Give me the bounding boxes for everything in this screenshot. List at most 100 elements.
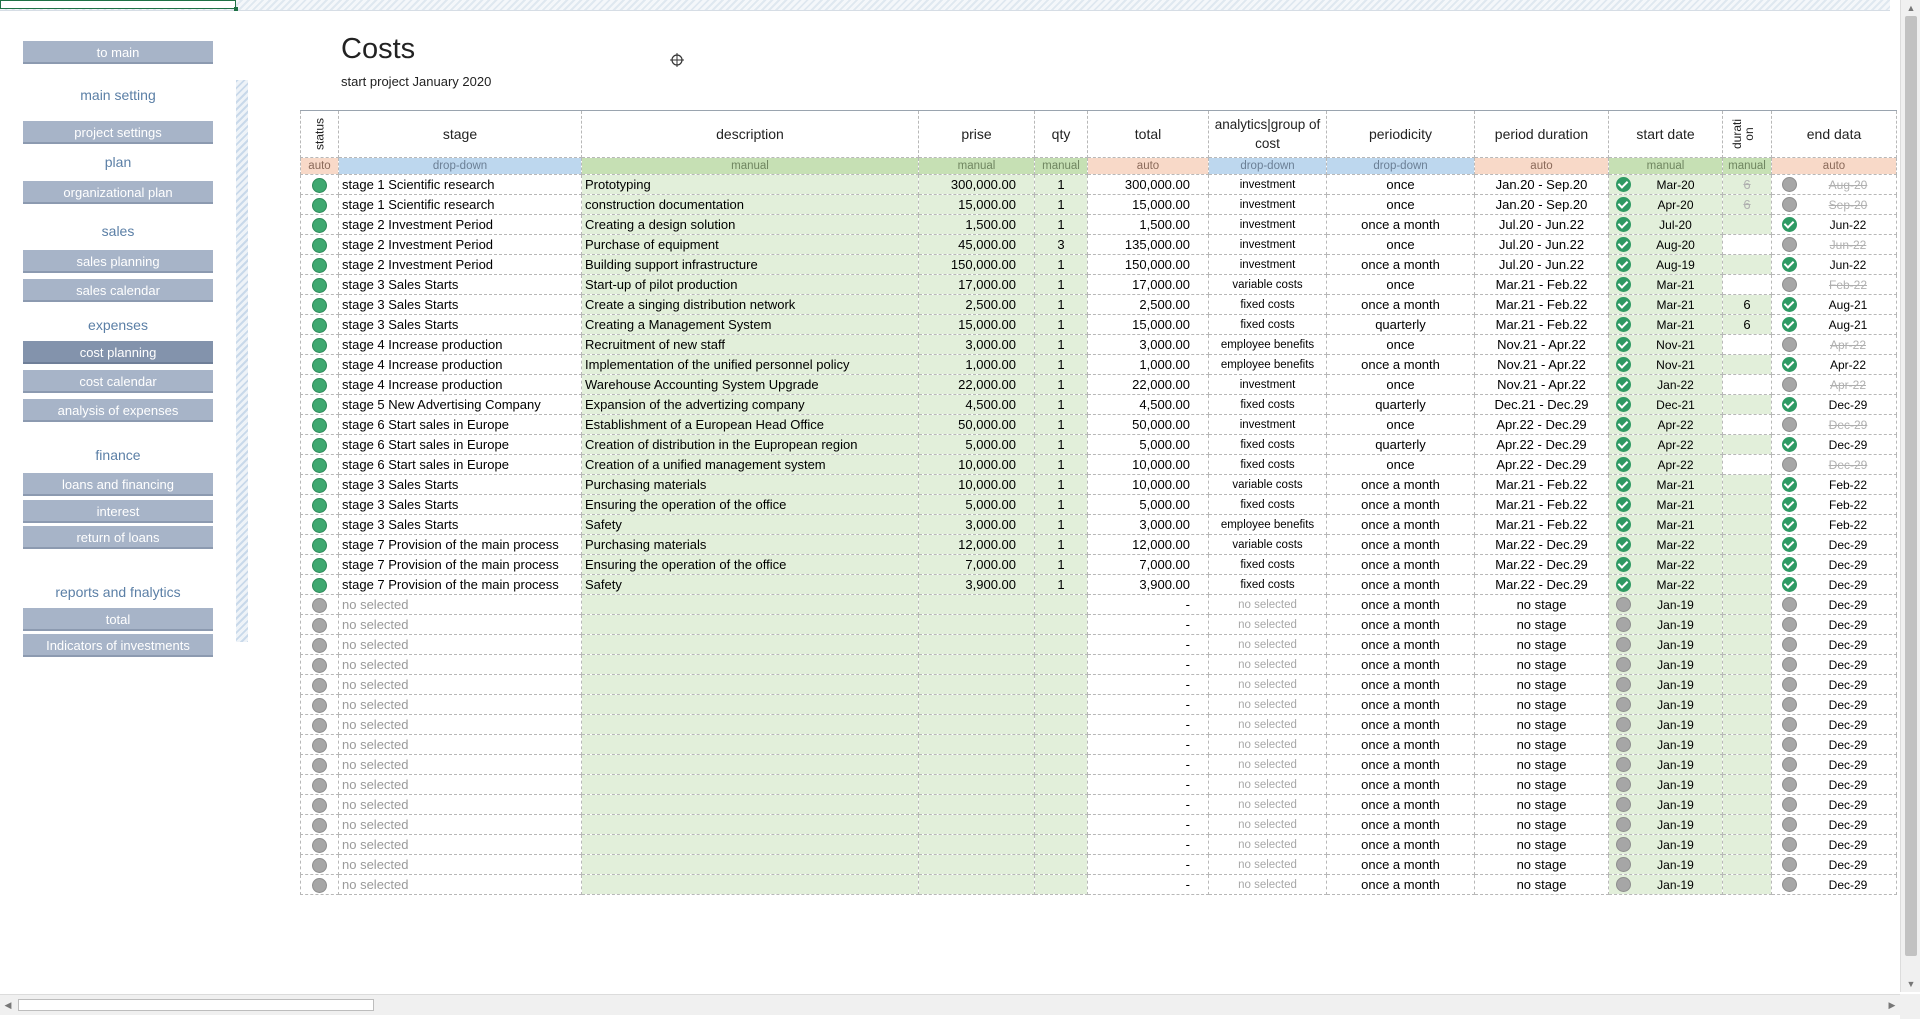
table-row[interactable]: stage 5 New Advertising Company Expansion… [300,394,1897,415]
qty-cell[interactable] [1034,674,1088,695]
stage-cell[interactable]: stage 3 Sales Starts [338,494,582,515]
group-cell[interactable]: variable costs [1208,274,1327,295]
start-date-cell[interactable]: Apr-20 [1608,194,1723,215]
stage-cell[interactable]: no selected [338,854,582,875]
start-date-cell[interactable]: Jan-19 [1608,714,1723,735]
description-cell[interactable]: Creating a Management System [581,314,919,335]
qty-cell[interactable]: 1 [1034,174,1088,195]
interest-button[interactable]: interest [23,500,213,523]
description-cell[interactable]: Start-up of pilot production [581,274,919,295]
total-button[interactable]: total [23,608,213,631]
prise-cell[interactable]: 300,000.00 [918,174,1035,195]
stage-cell[interactable]: stage 6 Start sales in Europe [338,414,582,435]
duration-cell[interactable] [1722,674,1772,695]
stage-cell[interactable]: stage 6 Start sales in Europe [338,434,582,455]
description-cell[interactable] [581,714,919,735]
start-date-cell[interactable]: Jan-19 [1608,694,1723,715]
periodicity-cell[interactable]: once a month [1326,494,1475,515]
sales-calendar-button[interactable]: sales calendar [23,279,213,302]
group-cell[interactable]: no selected [1208,694,1327,715]
qty-cell[interactable]: 3 [1034,234,1088,255]
vertical-scroll-thumb[interactable] [1905,16,1917,956]
start-date-cell[interactable]: Jan-19 [1608,774,1723,795]
qty-cell[interactable]: 1 [1034,294,1088,315]
duration-cell[interactable] [1722,854,1772,875]
sales-planning-button[interactable]: sales planning [23,250,213,273]
periodicity-cell[interactable]: once a month [1326,854,1475,875]
table-row[interactable]: stage 7 Provision of the main process Ens… [300,554,1897,575]
table-row[interactable]: stage 3 Sales Starts Safety 3,000.00 1 3,000… [300,514,1897,535]
stage-cell[interactable]: stage 1 Scientific research [338,174,582,195]
start-date-cell[interactable]: Jan-22 [1608,374,1723,395]
empty-table-row[interactable]: no selected - no selected once a month no st… [300,774,1897,795]
periodicity-cell[interactable]: once [1326,274,1475,295]
empty-table-row[interactable]: no selected - no selected once a month no st… [300,694,1897,715]
duration-cell[interactable] [1722,534,1772,555]
duration-cell[interactable] [1722,834,1772,855]
duration-cell[interactable] [1722,474,1772,495]
table-row[interactable]: stage 3 Sales Starts Ensuring the operati… [300,494,1897,515]
horizontal-scrollbar[interactable]: ◀ ▶ [0,994,1900,1015]
duration-cell[interactable] [1722,414,1772,435]
start-date-cell[interactable]: Jan-19 [1608,754,1723,775]
duration-cell[interactable] [1722,774,1772,795]
prise-cell[interactable] [918,594,1035,615]
qty-cell[interactable] [1034,594,1088,615]
periodicity-cell[interactable]: once [1326,414,1475,435]
description-cell[interactable]: Establishment of a European Head Office [581,414,919,435]
prise-cell[interactable]: 12,000.00 [918,534,1035,555]
group-cell[interactable]: fixed costs [1208,394,1327,415]
duration-cell[interactable] [1722,554,1772,575]
duration-cell[interactable] [1722,434,1772,455]
indicators-of-investments-button[interactable]: Indicators of investments [23,634,213,657]
duration-cell[interactable] [1722,594,1772,615]
description-cell[interactable]: Safety [581,514,919,535]
empty-table-row[interactable]: no selected - no selected once a month no st… [300,654,1897,675]
description-cell[interactable]: Creation of a unified management system [581,454,919,475]
qty-cell[interactable] [1034,734,1088,755]
start-date-cell[interactable]: Mar-22 [1608,574,1723,595]
group-cell[interactable]: no selected [1208,834,1327,855]
prise-cell[interactable] [918,754,1035,775]
description-cell[interactable]: Creation of distribution in the Eupropea… [581,434,919,455]
description-cell[interactable]: Warehouse Accounting System Upgrade [581,374,919,395]
table-row[interactable]: stage 4 Increase production Recruitment o… [300,334,1897,355]
description-cell[interactable]: Implementation of the unified personnel … [581,354,919,375]
qty-cell[interactable] [1034,874,1088,895]
description-cell[interactable] [581,674,919,695]
stage-cell[interactable]: no selected [338,714,582,735]
description-cell[interactable] [581,874,919,895]
qty-cell[interactable]: 1 [1034,374,1088,395]
periodicity-cell[interactable]: quarterly [1326,314,1475,335]
group-cell[interactable]: employee benefits [1208,334,1327,355]
prise-cell[interactable]: 1,500.00 [918,214,1035,235]
active-cell-indicator[interactable] [0,0,238,11]
qty-cell[interactable]: 1 [1034,494,1088,515]
stage-cell[interactable]: stage 3 Sales Starts [338,274,582,295]
cost-calendar-button[interactable]: cost calendar [23,370,213,393]
empty-table-row[interactable]: no selected - no selected once a month no st… [300,674,1897,695]
start-date-cell[interactable]: Mar-21 [1608,494,1723,515]
duration-cell[interactable] [1722,514,1772,535]
table-row[interactable]: stage 7 Provision of the main process Saf… [300,574,1897,595]
group-cell[interactable]: employee benefits [1208,514,1327,535]
group-cell[interactable]: investment [1208,214,1327,235]
prise-cell[interactable]: 15,000.00 [918,194,1035,215]
duration-cell[interactable] [1722,814,1772,835]
prise-cell[interactable]: 22,000.00 [918,374,1035,395]
group-cell[interactable]: no selected [1208,614,1327,635]
duration-cell[interactable] [1722,374,1772,395]
periodicity-cell[interactable]: once [1326,234,1475,255]
start-date-cell[interactable]: Mar-21 [1608,274,1723,295]
prise-cell[interactable] [918,674,1035,695]
table-row[interactable]: stage 2 Investment Period Building suppor… [300,254,1897,275]
periodicity-cell[interactable]: once a month [1326,614,1475,635]
start-date-cell[interactable]: Aug-20 [1608,234,1723,255]
duration-cell[interactable] [1722,574,1772,595]
group-cell[interactable]: fixed costs [1208,574,1327,595]
qty-cell[interactable] [1034,634,1088,655]
table-row[interactable]: stage 1 Scientific research construction … [300,194,1897,215]
periodicity-cell[interactable]: once a month [1326,734,1475,755]
description-cell[interactable]: Ensuring the operation of the office [581,494,919,515]
description-cell[interactable] [581,694,919,715]
